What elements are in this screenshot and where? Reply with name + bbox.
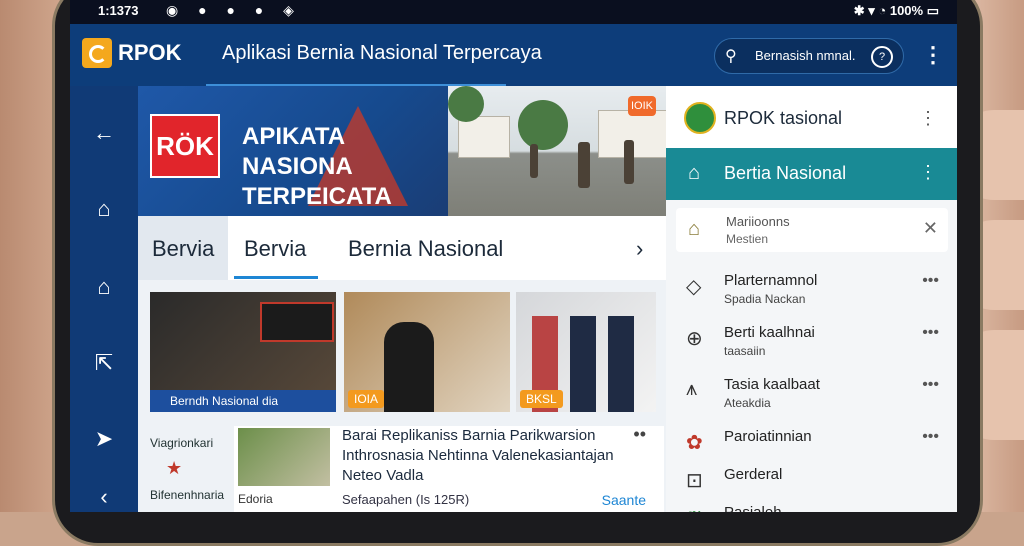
- article-thumbnail: [238, 428, 330, 486]
- item-title: Gerderal: [724, 466, 783, 483]
- app-title: Aplikasi Bernia Nasional Terpercaya: [222, 42, 542, 64]
- notification-card[interactable]: ⌂ Mariioonns Mestien ✕: [676, 208, 948, 252]
- item-title: Pasialeh: [724, 504, 782, 512]
- hero-logo: RÖK: [150, 114, 220, 178]
- bell-icon[interactable]: ⌂: [88, 196, 120, 222]
- back-arrow-icon[interactable]: ←: [88, 120, 120, 146]
- account-icon[interactable]: ?: [871, 46, 893, 68]
- landmark-icon: ⩚: [686, 378, 698, 400]
- app-logo-text: RPOK: [118, 40, 182, 65]
- hero-badge: IOIK: [628, 96, 656, 116]
- card-tag: BKSL: [520, 390, 563, 408]
- tree: [448, 86, 484, 122]
- hero-headline: APIKATA NASIONA TERPEICATA: [242, 123, 392, 210]
- article-title: Barai Replikaniss Barnia Parikwarsion In…: [342, 427, 614, 484]
- person-icon: ⌂: [688, 162, 701, 184]
- panel-selected-item[interactable]: ⌂ Bertia Nasional ⋮: [666, 148, 957, 200]
- panel-list-item[interactable]: ❦ Pasialeh: [666, 494, 957, 512]
- panel-list-item[interactable]: ⊕ Berti kaalhnai taasaiin •••: [666, 314, 957, 366]
- item-title: Plarternamnol: [724, 272, 818, 289]
- share-icon[interactable]: ⇱: [88, 350, 120, 376]
- building: [458, 116, 510, 158]
- card-tag: IOIA: [348, 390, 385, 408]
- search-bar[interactable]: ⚲ Bernasish nmnal. ?: [714, 38, 904, 74]
- status-bar: 1:1373 ◉ ● ● ● ◈ ✱ ▾ ◔ 100% ▭: [70, 0, 957, 24]
- more-options-icon[interactable]: •••: [922, 428, 939, 446]
- search-text: Bernasish nmnal.: [755, 48, 856, 63]
- search-icon: ⚲: [725, 48, 737, 65]
- app-bar: RPOK Aplikasi Bernia Nasional Terpercaya…: [70, 24, 957, 86]
- panel-list-item[interactable]: ⩚ Tasia kaalbaat Ateakdia •••: [666, 366, 957, 418]
- nav-rail: ← ⌂ ⌂ ⇱ ➤ ‹: [70, 86, 138, 512]
- phone-screen: 1:1373 ◉ ● ● ● ◈ ✱ ▾ ◔ 100% ▭ RPOK Aplik…: [70, 0, 957, 512]
- article-meta: Sefaapahen (Is 125R): [342, 492, 470, 507]
- notification-title: Mariioonns: [726, 214, 790, 229]
- right-panel: RPOK tasional ⋮ ⌂ Bertia Nasional ⋮ ⌂ Ma…: [666, 86, 957, 512]
- chart-icon: ⊡: [686, 470, 703, 492]
- hero-graphic: RÖK APIKATA NASIONA TERPEICATA: [138, 86, 448, 216]
- status-time: 1:1373: [98, 3, 139, 18]
- pin-icon: ⊕: [686, 328, 703, 350]
- article-link[interactable]: Saante: [602, 492, 646, 508]
- main-content: RÖK APIKATA NASIONA TERPEICATA IOIK Berv…: [138, 86, 666, 512]
- home-icon[interactable]: ⌂: [88, 274, 120, 300]
- card-figure: [384, 322, 434, 412]
- hero-banner[interactable]: RÖK APIKATA NASIONA TERPEICATA IOIK: [138, 86, 666, 216]
- panel-header: RPOK tasional ⋮: [666, 86, 957, 148]
- item-title: Berti kaalhnai: [724, 324, 815, 341]
- side-list-icon: ★: [166, 458, 183, 478]
- more-options-icon[interactable]: •••: [922, 376, 939, 394]
- item-title: Tasia kaalbaat: [724, 376, 820, 393]
- more-options-icon[interactable]: •••: [922, 272, 939, 290]
- tree: [518, 100, 568, 150]
- emblem-icon: [684, 102, 716, 134]
- tab-bar: Bervia Bervia Bernia Nasional ›: [138, 216, 666, 280]
- close-icon[interactable]: ✕: [923, 218, 938, 239]
- tab-active-indicator: [234, 276, 318, 279]
- kebab-menu-icon[interactable]: ⋮: [919, 162, 937, 183]
- tab-bernia-nasional[interactable]: Bernia Nasional: [348, 236, 503, 262]
- person: [624, 140, 634, 184]
- item-subtitle: Ateakdia: [724, 396, 771, 410]
- tab-side-label: Bervia: [152, 236, 215, 261]
- article-source: Edoria: [238, 492, 273, 506]
- panel-title: RPOK tasional: [724, 108, 843, 128]
- kebab-menu-icon[interactable]: ⋮: [919, 108, 937, 129]
- chevron-right-icon[interactable]: ›: [636, 236, 643, 262]
- item-title: Paroiatinnian: [724, 428, 812, 445]
- card-figure: [608, 316, 634, 412]
- chevron-left-icon[interactable]: ‹: [88, 484, 120, 510]
- tab-side[interactable]: Bervia: [138, 216, 228, 280]
- house-icon: ⌂: [688, 218, 701, 240]
- cast-icon[interactable]: ➤: [88, 426, 120, 452]
- kebab-menu-icon[interactable]: ⋮: [922, 42, 944, 68]
- status-right: ✱ ▾ ◔ 100% ▭: [853, 3, 939, 18]
- selected-label: Bertia Nasional: [724, 163, 847, 183]
- more-options-icon[interactable]: •••: [922, 324, 939, 342]
- badge-icon: ✿: [686, 432, 703, 454]
- card-figure: [570, 316, 596, 412]
- app-logo-icon: [82, 38, 112, 68]
- tag-icon: ◇: [686, 276, 702, 298]
- card-caption: Berndh Nasional dia: [150, 390, 336, 412]
- news-card[interactable]: IOIA: [344, 292, 510, 412]
- more-options-icon[interactable]: ••: [633, 424, 646, 445]
- notification-icons: ◉ ● ● ● ◈: [166, 2, 302, 18]
- battery-level: 100%: [889, 3, 924, 18]
- side-list: Viagrionkari ★ Bifenenhnaria: [138, 426, 230, 512]
- article-row[interactable]: Barai Replikaniss Barnia Parikwarsion In…: [234, 424, 664, 512]
- person: [578, 142, 590, 188]
- news-card[interactable]: Berndh Nasional dia: [150, 292, 336, 412]
- item-subtitle: taasaiin: [724, 344, 766, 358]
- card-screen: [260, 302, 334, 342]
- item-subtitle: Spadia Nackan: [724, 292, 806, 306]
- side-list-label: Viagrionkari: [150, 436, 214, 450]
- leaf-icon: ❦: [686, 506, 703, 512]
- person: [530, 144, 538, 178]
- panel-list-item[interactable]: ◇ Plarternamnol Spadia Nackan •••: [666, 262, 957, 314]
- tab-bervia[interactable]: Bervia: [244, 236, 306, 262]
- notification-subtitle: Mestien: [726, 232, 769, 246]
- side-list-label-2: Bifenenhnaria: [150, 488, 225, 502]
- news-card[interactable]: BKSL: [516, 292, 656, 412]
